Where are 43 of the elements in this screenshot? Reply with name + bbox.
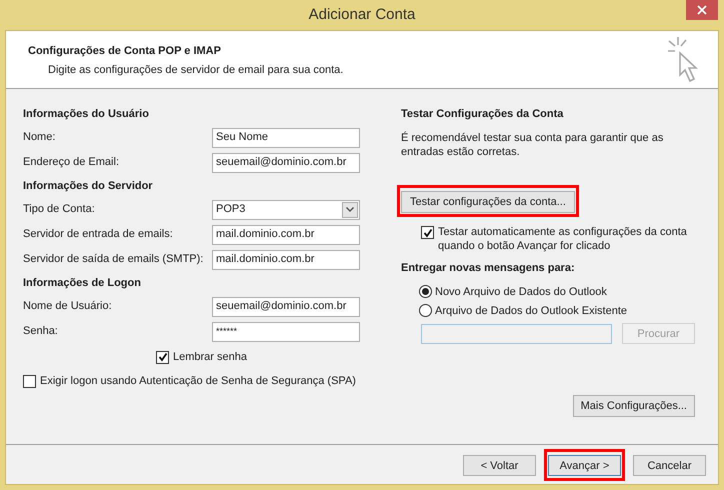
radio-button[interactable] <box>419 304 432 318</box>
input-field[interactable]: Seu Nome <box>212 128 360 148</box>
checkbox[interactable] <box>23 375 36 388</box>
footer-button[interactable]: < Voltar <box>463 455 536 476</box>
field-label: Nome de Usuário: <box>23 299 112 314</box>
field-label: Endereço de Email: <box>23 155 119 170</box>
description-text: É recomendável testar sua conta para garantir que as entradas estão corretas. <box>401 131 664 159</box>
checkbox-label: Lembrar senha <box>173 350 247 365</box>
radio-button[interactable] <box>419 285 432 298</box>
dropdown[interactable]: POP3 <box>212 200 360 220</box>
field-label: Senha: <box>23 324 58 340</box>
close-button[interactable] <box>686 0 718 20</box>
password-field[interactable]: ****** <box>212 322 360 342</box>
checkbox[interactable] <box>421 226 434 240</box>
footer-button[interactable]: Avançar > <box>548 455 621 476</box>
field-label: Servidor de entrada de emails: <box>23 227 173 242</box>
field-label: Servidor de saída de emails (SMTP): <box>23 252 204 268</box>
close-icon <box>697 5 707 15</box>
section-heading: Informações do Servidor <box>23 178 154 194</box>
section-heading: Testar Configurações da Conta <box>401 106 564 122</box>
input-field[interactable]: seuemail@dominio.com.br <box>212 296 360 316</box>
checkbox-label: Testar automaticamente as configurações da conta quando o botão Avançar for clicado <box>438 225 688 254</box>
checkbox-label: Exigir logon usando Autenticação de Senha de Segurança (SPA) <box>40 374 357 388</box>
section-heading: Entregar novas mensagens para: <box>401 261 576 276</box>
window-title: Adicionar Conta <box>308 4 416 25</box>
dropdown-value: POP3 <box>216 202 246 218</box>
section-heading: Informações do Usuário <box>23 106 150 122</box>
radio-label: Novo Arquivo de Dados do Outlook <box>435 284 607 300</box>
path-field[interactable] <box>421 324 612 344</box>
cursor-click-icon <box>666 35 698 83</box>
input-field[interactable]: mail.dominio.com.br <box>212 224 360 244</box>
input-field[interactable]: seuemail@dominio.com.br <box>212 152 360 172</box>
section-heading: Informações de Logon <box>23 276 142 291</box>
test-settings-button[interactable]: Testar configurações da conta... <box>401 191 575 214</box>
radio-label: Arquivo de Dados do Outlook Existente <box>435 304 628 318</box>
header-title: Configurações de Conta POP e IMAP <box>28 44 222 59</box>
footer-button[interactable]: Cancelar <box>633 455 706 476</box>
checkbox[interactable] <box>156 350 169 364</box>
field-label: Tipo de Conta: <box>23 202 95 218</box>
header-subtitle: Digite as configurações de servidor de email para sua conta. <box>48 62 344 78</box>
more-settings-button[interactable]: Mais Configurações... <box>572 395 695 418</box>
field-label: Nome: <box>23 130 56 146</box>
input-field[interactable]: mail.dominio.com.br <box>212 250 360 270</box>
